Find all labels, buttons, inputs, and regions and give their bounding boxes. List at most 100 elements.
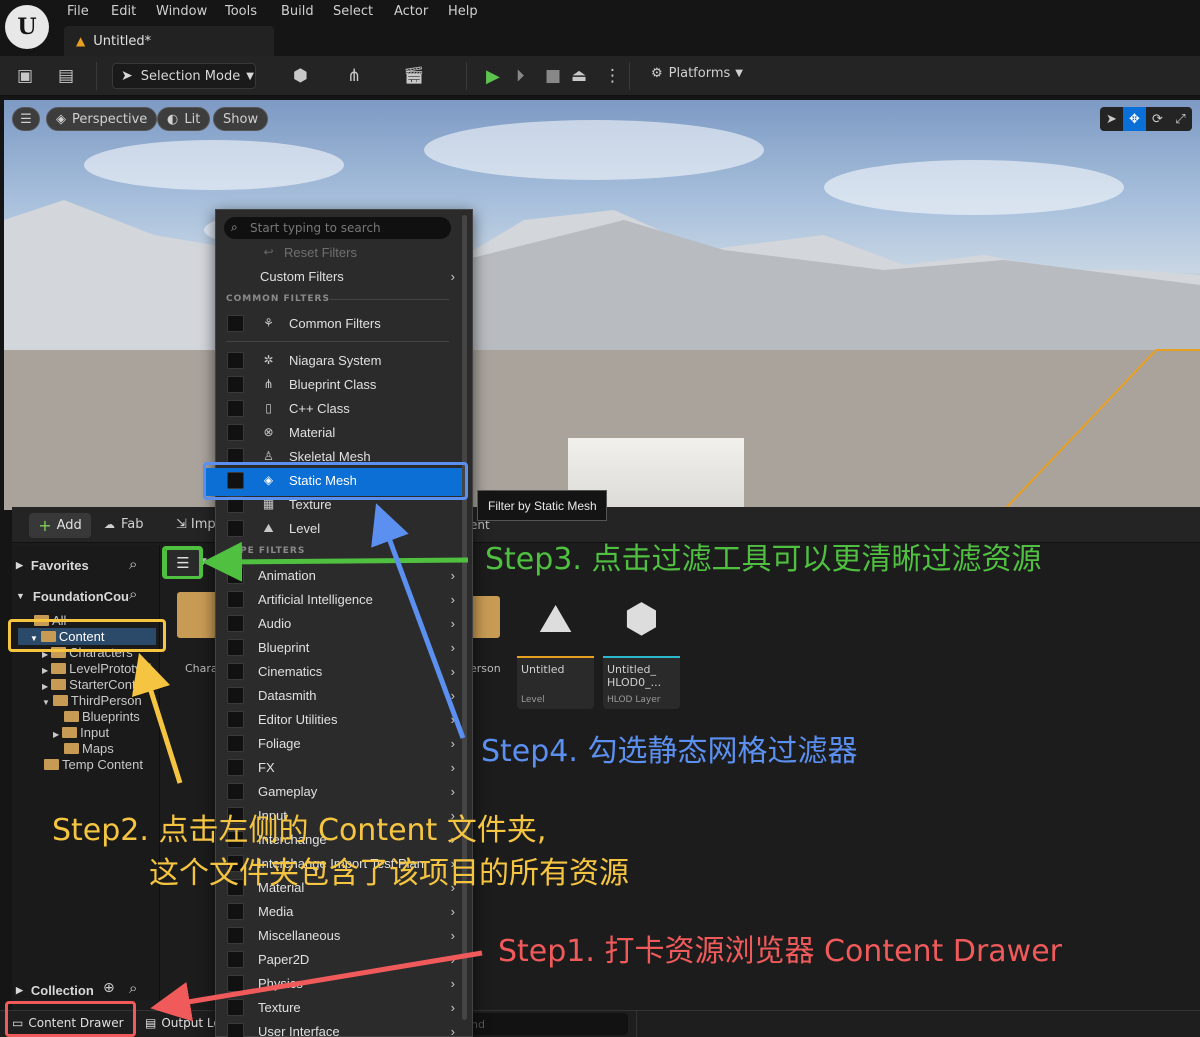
checkbox[interactable]	[227, 638, 244, 656]
checkbox[interactable]	[227, 974, 244, 992]
document-tab[interactable]: ▲ Untitled*	[64, 26, 274, 56]
blueprint-icon[interactable]: ⋔	[347, 66, 361, 86]
menu-window[interactable]: Window	[156, 4, 207, 19]
menu-actor[interactable]: Actor	[394, 4, 428, 19]
custom-filters-item[interactable]: Custom Filters ›	[227, 265, 455, 287]
checkbox[interactable]	[227, 566, 244, 584]
filter-item-common[interactable]: ⚘ Common Filters	[227, 312, 455, 334]
menu-scrollbar[interactable]	[462, 215, 467, 1020]
favorites-header[interactable]: ▶ Favorites	[16, 553, 89, 577]
filter-category-item[interactable]: Foliage ›	[227, 732, 455, 754]
add-actor-icon[interactable]: ⬢	[293, 66, 308, 86]
menu-select[interactable]: Select	[333, 4, 373, 19]
filter-category-item[interactable]: Paper2D ›	[227, 948, 455, 970]
checkbox[interactable]	[227, 998, 244, 1016]
checkbox[interactable]	[227, 686, 244, 704]
filter-category-item[interactable]: Artificial Intelligence ›	[227, 588, 455, 610]
filter-item-cpp-class[interactable]: ▯ C++ Class	[227, 397, 455, 419]
unreal-logo-icon[interactable]: U	[5, 5, 49, 49]
tree-item-startercontent[interactable]: ▶ StarterCont	[42, 677, 136, 692]
checkbox[interactable]	[227, 423, 244, 441]
checkbox[interactable]	[227, 614, 244, 632]
checkbox[interactable]	[227, 351, 244, 369]
checkbox[interactable]	[227, 399, 244, 417]
browse-icon[interactable]: ▤	[58, 66, 74, 86]
filter-item-niagara[interactable]: ✲ Niagara System	[227, 349, 455, 371]
menu-edit[interactable]: Edit	[111, 4, 136, 19]
search-icon[interactable]: ⌕	[129, 979, 137, 997]
viewport-menu-button[interactable]: ☰	[12, 107, 40, 131]
eject-icon[interactable]: ⏏	[571, 66, 587, 86]
menu-file[interactable]: File	[67, 4, 89, 19]
filter-category-item[interactable]: User Interface ›	[227, 1020, 455, 1037]
checkbox[interactable]	[227, 375, 244, 393]
stop-icon[interactable]: ■	[545, 66, 561, 86]
filter-category-item[interactable]: Miscellaneous ›	[227, 924, 455, 946]
checkbox[interactable]	[227, 758, 244, 776]
checkbox[interactable]	[227, 734, 244, 752]
add-button[interactable]: + Add	[29, 513, 91, 538]
folder-tile-characters[interactable]	[177, 592, 217, 638]
filter-category-item[interactable]: Texture ›	[227, 996, 455, 1018]
menu-help[interactable]: Help	[448, 4, 478, 19]
filter-search-input[interactable]: ⌕ Start typing to search	[224, 217, 451, 239]
asset-tile-hlod-layer[interactable]: ⬢ Untitled_ HLOD0_... HLOD Layer	[603, 582, 680, 709]
lit-button[interactable]: ◐ Lit	[157, 107, 211, 131]
filter-category-item[interactable]: FX ›	[227, 756, 455, 778]
reset-filters-item[interactable]: ↩ Reset Filters	[227, 241, 455, 263]
tree-item-input[interactable]: ▶ Input	[53, 725, 109, 740]
checkbox[interactable]	[227, 590, 244, 608]
filter-category-item[interactable]: Animation ›	[227, 564, 455, 586]
output-log-button[interactable]: ▤ Output Lo	[145, 1016, 221, 1030]
translate-icon[interactable]: ✥	[1123, 107, 1146, 131]
more-options-icon[interactable]: ⋮	[604, 66, 621, 86]
filter-category-item[interactable]: Blueprint ›	[227, 636, 455, 658]
search-icon[interactable]: ⌕	[129, 555, 137, 573]
filter-item-blueprint-class[interactable]: ⋔ Blueprint Class	[227, 373, 455, 395]
tree-item-maps[interactable]: Maps	[64, 741, 114, 756]
project-header[interactable]: ▼ FoundationCou	[16, 584, 129, 608]
filter-category-item[interactable]: Datasmith ›	[227, 684, 455, 706]
checkbox[interactable]	[227, 902, 244, 920]
selection-mode-button[interactable]: ➤ Selection Mode ▼	[112, 63, 256, 89]
rotate-icon[interactable]: ⟳	[1146, 107, 1169, 131]
select-icon[interactable]: ➤	[1100, 107, 1123, 131]
menu-build[interactable]: Build	[281, 4, 314, 19]
checkbox[interactable]	[227, 662, 244, 680]
checkbox[interactable]	[227, 926, 244, 944]
folder-tile-thirdperson[interactable]	[470, 596, 500, 638]
perspective-button[interactable]: ◈ Perspective	[46, 107, 158, 131]
search-icon[interactable]: ⌕	[129, 585, 137, 603]
play-icon[interactable]: ▶	[486, 66, 500, 87]
checkbox[interactable]	[227, 710, 244, 728]
platforms-button[interactable]: ⚙ Platforms ▼	[651, 66, 743, 81]
filter-item-level[interactable]: ⛰ Level	[227, 517, 455, 539]
filter-category-item[interactable]: Physics ›	[227, 972, 455, 994]
fab-button[interactable]: ☁ Fab	[104, 517, 144, 532]
filter-category-item[interactable]: Cinematics ›	[227, 660, 455, 682]
tree-item-levelprototyping[interactable]: ▶ LevelPrototypi	[42, 661, 152, 676]
filter-category-item[interactable]: Audio ›	[227, 612, 455, 634]
collection-header[interactable]: ▶ Collection	[16, 978, 94, 1002]
checkbox[interactable]	[227, 782, 244, 800]
add-collection-icon[interactable]: ⊕	[103, 980, 115, 996]
checkbox[interactable]	[227, 519, 244, 537]
tree-item-thirdperson[interactable]: ▼ ThirdPerson	[42, 693, 142, 708]
step-icon[interactable]: ⏵	[516, 66, 525, 86]
console-input[interactable]: nd	[463, 1013, 628, 1035]
checkbox[interactable]	[227, 1022, 244, 1037]
filter-category-item[interactable]: Gameplay ›	[227, 780, 455, 802]
filter-category-item[interactable]: Editor Utilities ›	[227, 708, 455, 730]
show-button[interactable]: Show	[213, 107, 269, 131]
save-icon[interactable]: ▣	[17, 66, 33, 86]
asset-tile-untitled-level[interactable]: ⛰ Untitled Level	[517, 582, 594, 709]
tree-item-temp-content[interactable]: Temp Content	[44, 757, 143, 772]
filter-item-material[interactable]: ⊗ Material	[227, 421, 455, 443]
cinematics-icon[interactable]: 🎬︎	[403, 66, 425, 86]
checkbox[interactable]	[227, 314, 244, 332]
tree-item-blueprints[interactable]: Blueprints	[64, 709, 140, 724]
import-button[interactable]: ⇲ Imp	[176, 517, 216, 532]
menu-tools[interactable]: Tools	[225, 4, 257, 19]
scale-icon[interactable]: ⤢	[1169, 107, 1192, 131]
checkbox[interactable]	[227, 950, 244, 968]
